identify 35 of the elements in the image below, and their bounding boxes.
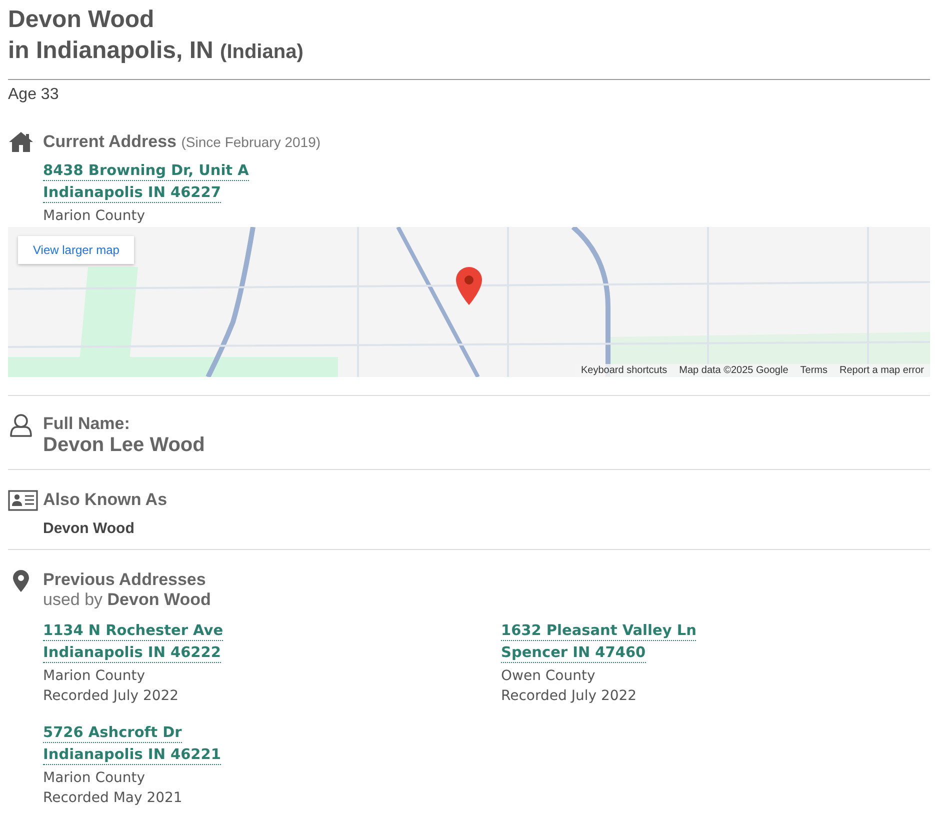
address-link[interactable]: 5726 Ashcroft Dr	[43, 724, 182, 743]
map-pin-icon	[456, 267, 482, 305]
county-text: Marion County	[43, 667, 146, 686]
address-link[interactable]: Spencer IN 47460	[501, 644, 646, 663]
location-title: in Indianapolis, IN (Indiana)	[8, 36, 304, 66]
county-text: Marion County	[43, 207, 146, 226]
address-link[interactable]: Indianapolis IN 46227	[43, 184, 221, 203]
map-footer-link[interactable]: Keyboard shortcuts	[574, 364, 674, 377]
section-subtitle: used by Devon Wood	[43, 590, 211, 610]
address-link[interactable]: Indianapolis IN 46221	[43, 746, 221, 765]
address-link[interactable]: 1632 Pleasant Valley Ln	[501, 622, 696, 641]
person-icon	[10, 414, 32, 438]
address-link[interactable]: 1134 N Rochester Ave	[43, 622, 224, 641]
id-card-icon	[8, 490, 38, 512]
full-name-text: Devon Lee Wood	[43, 434, 205, 457]
age-text: Age 33	[8, 86, 59, 104]
address-link[interactable]: Indianapolis IN 46222	[43, 644, 221, 663]
map-footer-link[interactable]: Map data ©2025 Google	[673, 364, 794, 377]
section-heading: Also Known As	[43, 490, 168, 510]
recorded-date-text: Recorded July 2022	[43, 687, 179, 706]
recorded-date-text: Recorded July 2022	[501, 687, 637, 706]
location-pin-icon	[12, 570, 28, 592]
view-larger-map-button[interactable]: View larger map	[18, 236, 134, 264]
section-heading: Full Name:	[43, 414, 130, 434]
county-text: Owen County	[501, 667, 596, 686]
alias-text: Devon Wood	[43, 520, 134, 537]
map-footer-link[interactable]: Terms	[794, 364, 834, 377]
map-footer-link[interactable]: Report a map error	[834, 364, 930, 377]
address-link[interactable]: 8438 Browning Dr, Unit A	[43, 162, 249, 181]
county-text: Marion County	[43, 769, 146, 788]
person-name-title: Devon Wood	[8, 5, 154, 35]
home-icon	[8, 132, 32, 152]
section-heading: Current Address (Since February 2019)	[43, 132, 321, 152]
recorded-date-text: Recorded May 2021	[43, 789, 182, 808]
section-heading: Previous Addresses	[43, 570, 206, 590]
